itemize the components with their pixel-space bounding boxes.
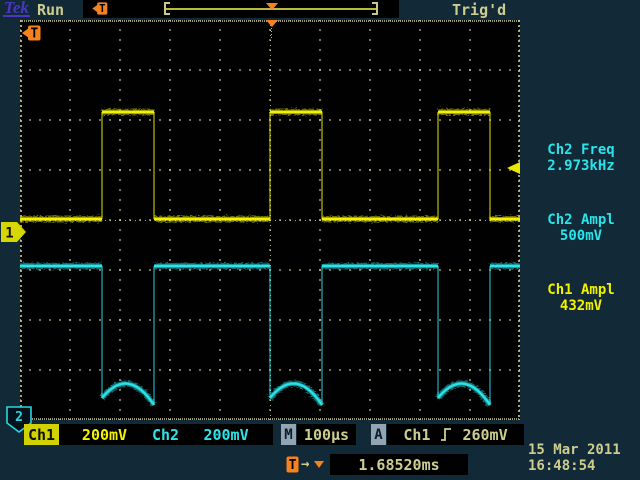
- measurement-value: 500mV: [522, 228, 640, 244]
- trigger-level-value: 260mV: [462, 426, 507, 444]
- date-text: 15 Mar 2011: [528, 442, 621, 458]
- trigger-source-label: Ch1: [403, 426, 430, 444]
- delay-triangle-icon: [314, 461, 324, 468]
- ch2-channel-label: Ch2: [152, 426, 179, 444]
- auto-trigger-tag: A: [371, 424, 386, 445]
- trigger-status: Trig'd: [452, 1, 506, 19]
- record-view-bar: T: [83, 0, 399, 18]
- trigger-offscreen-left-icon: T: [22, 25, 41, 41]
- datetime-readout: 15 Mar 2011 16:48:54: [528, 442, 621, 474]
- measurement-label: Ch2 Freq: [522, 142, 640, 158]
- trigger-delay-icon: T: [286, 456, 299, 473]
- measurement-ch2-ampl: Ch2 Ampl 500mV: [522, 212, 640, 244]
- record-window-brackets: [164, 2, 378, 15]
- measurement-value: 432mV: [522, 298, 640, 314]
- trigger-position-icon: T: [92, 2, 108, 15]
- ch1-ground-marker: 1: [1, 221, 27, 243]
- timebase-readout: 100µs: [297, 424, 356, 445]
- svg-text:T: T: [30, 27, 38, 41]
- delay-arrow-icon: →: [301, 456, 309, 472]
- svg-text:1: 1: [5, 226, 13, 242]
- ch1-scale-readout: 200mV: [59, 424, 150, 445]
- measurement-ch2-freq: Ch2 Freq 2.973kHz: [522, 142, 640, 174]
- rising-edge-slope-icon: [440, 427, 452, 442]
- svg-text:2: 2: [15, 410, 23, 425]
- measurement-value: 2.973kHz: [522, 158, 640, 174]
- trigger-time-marker-icon: [266, 20, 278, 27]
- tek-brand-logo: Tek: [3, 0, 30, 17]
- ch2-scale-value: 200mV: [203, 426, 248, 444]
- trigger-level-arrow-icon: [507, 162, 520, 174]
- ch1-trace: [20, 112, 520, 219]
- measurement-label: Ch2 Ampl: [522, 212, 640, 228]
- svg-text:T: T: [99, 3, 105, 15]
- main-timebase-tag: M: [281, 424, 296, 445]
- record-trigger-marker-icon: [266, 3, 278, 10]
- measurement-label: Ch1 Ampl: [522, 282, 640, 298]
- oscilloscope-screen: { "brand": "Tek", "status": { "acquisiti…: [0, 0, 640, 480]
- ch1-channel-tab: Ch1: [24, 424, 59, 445]
- trigger-delay-readout: 1.68520ms: [330, 454, 468, 475]
- ch2-trace: [20, 266, 520, 405]
- acquisition-status: Run: [37, 1, 64, 19]
- waveform-display: [20, 20, 520, 420]
- time-text: 16:48:54: [528, 458, 621, 474]
- trigger-readout: Ch1 260mV: [387, 424, 524, 445]
- svg-text:T: T: [289, 458, 297, 473]
- measurement-ch1-ampl: Ch1 Ampl 432mV: [522, 282, 640, 314]
- ch2-scale-readout: Ch2 200mV: [150, 424, 273, 445]
- trigger-time-marker-line: [271, 28, 272, 40]
